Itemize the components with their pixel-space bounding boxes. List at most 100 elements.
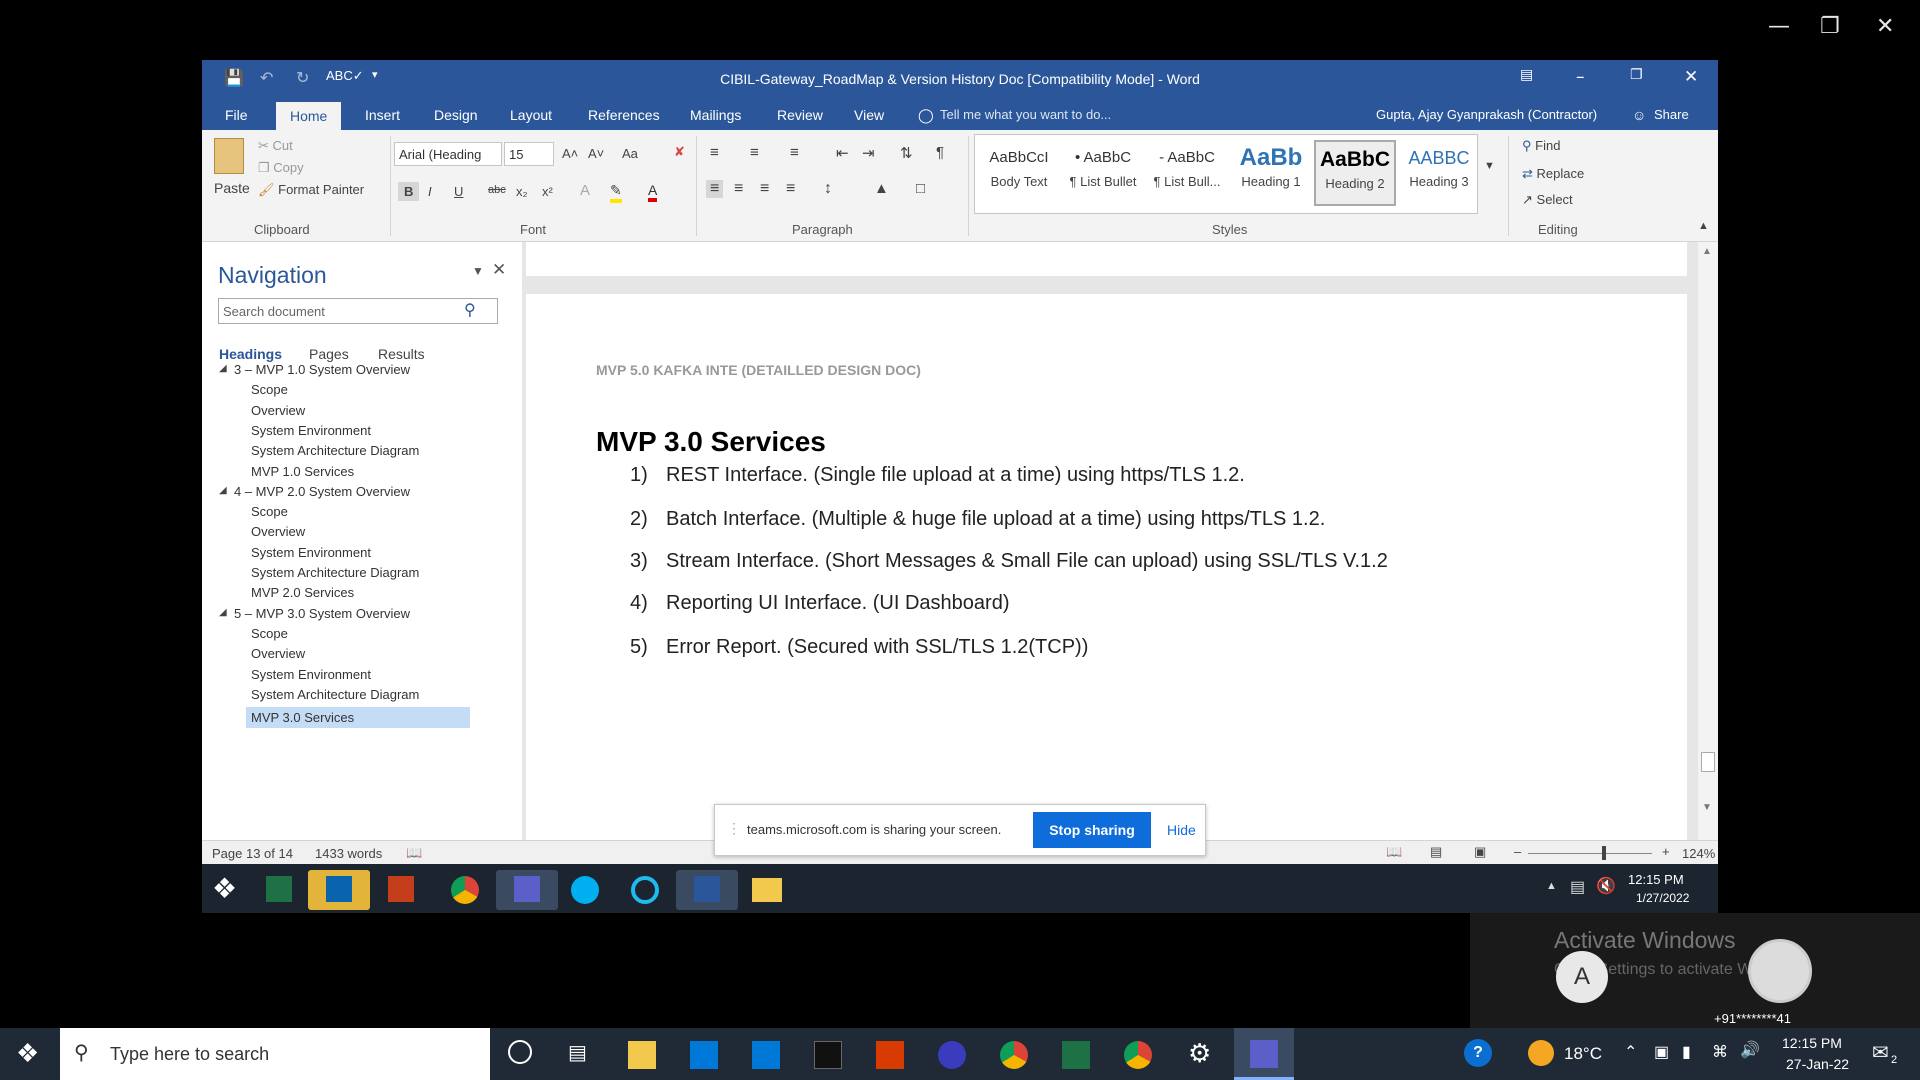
close-icon[interactable]: ✕ <box>1876 14 1894 39</box>
terminal-icon[interactable] <box>814 1041 842 1069</box>
heading-level-2-item[interactable]: Scope <box>251 504 288 519</box>
taskbar-search[interactable]: ⚲ Type here to search <box>60 1028 490 1080</box>
chrome-profile-icon[interactable] <box>1124 1041 1152 1069</box>
tab-view[interactable]: View <box>854 107 884 123</box>
chrome-icon[interactable] <box>1000 1041 1028 1069</box>
ribbon-display-icon[interactable]: ▤ <box>1520 67 1533 83</box>
excel-icon[interactable] <box>248 870 310 910</box>
copy-button[interactable]: ❐ Copy <box>258 160 304 176</box>
tray-chevron-icon[interactable]: ▲ <box>1546 880 1557 892</box>
superscript-icon[interactable]: x² <box>542 184 553 199</box>
replace-button[interactable]: ⇄ Replace <box>1522 166 1584 182</box>
battery-icon[interactable]: ▮ <box>1682 1042 1691 1062</box>
heading-level-2-item[interactable]: System Environment <box>251 545 371 560</box>
chrome-icon[interactable] <box>434 870 496 910</box>
proofing-icon[interactable]: 📖 <box>406 845 422 861</box>
vertical-scrollbar[interactable]: ▲ ▼ <box>1698 242 1718 866</box>
windows-start-icon[interactable]: ❖ <box>16 1038 39 1069</box>
styles-more-icon[interactable]: ▼ <box>1484 160 1495 172</box>
collapse-triangle-icon[interactable]: ◢ <box>219 485 227 496</box>
text-effects-icon[interactable]: A <box>580 182 590 199</box>
italic-button[interactable]: I <box>428 184 432 199</box>
share-button[interactable]: Share <box>1654 107 1689 122</box>
heading-level-1-item[interactable]: 4 – MVP 2.0 System Overview <box>234 484 410 499</box>
bold-button[interactable]: B <box>398 182 420 201</box>
multilevel-list-icon[interactable]: ≡ <box>790 144 799 161</box>
word-count[interactable]: 1433 words <box>315 846 382 861</box>
temperature[interactable]: 18°C <box>1564 1044 1602 1064</box>
powerpoint-icon[interactable] <box>370 870 432 910</box>
taskbar-search-input[interactable]: Type here to search <box>110 1044 269 1065</box>
collapse-triangle-icon[interactable]: ◢ <box>219 607 227 618</box>
heading-level-2-item[interactable]: System Architecture Diagram <box>251 443 419 458</box>
volume-muted-icon[interactable]: 🔇 <box>1596 876 1616 896</box>
file-explorer-icon[interactable] <box>736 870 798 910</box>
heading-level-2-item[interactable]: System Architecture Diagram <box>251 565 419 580</box>
task-view-icon[interactable]: ▤ <box>568 1040 587 1065</box>
heading-level-2-item[interactable]: MVP 1.0 Services <box>251 464 354 479</box>
zoom-slider[interactable] <box>1528 853 1652 854</box>
tab-results[interactable]: Results <box>378 346 425 362</box>
change-case-button[interactable]: Aa <box>622 146 638 161</box>
clear-formatting-icon[interactable]: ✘ <box>674 144 685 160</box>
heading-level-2-item[interactable]: MVP 2.0 Services <box>251 585 354 600</box>
minimize-icon[interactable]: — <box>1768 14 1790 39</box>
style-heading-3[interactable]: AABBC Heading 3 <box>1398 140 1480 206</box>
style-list-bullet[interactable]: • AaBbC ¶ List Bullet <box>1062 140 1144 206</box>
zoom-out-icon[interactable]: – <box>1514 844 1521 859</box>
teams-icon[interactable] <box>496 870 558 910</box>
style-body-text[interactable]: AaBbCcI Body Text <box>978 140 1060 206</box>
strikethrough-icon[interactable]: abc <box>488 184 506 196</box>
zoom-slider-thumb[interactable] <box>1602 846 1607 860</box>
style-heading-1[interactable]: AaBb Heading 1 <box>1230 140 1312 206</box>
tab-headings[interactable]: Headings <box>219 346 282 362</box>
page-count[interactable]: Page 13 of 14 <box>212 846 293 861</box>
tab-pages[interactable]: Pages <box>309 346 349 362</box>
tab-file[interactable]: File <box>225 107 248 123</box>
clock-time[interactable]: 12:15 PM <box>1782 1035 1842 1051</box>
align-right-icon[interactable]: ≡ <box>760 180 769 198</box>
skype-icon[interactable] <box>554 870 616 910</box>
stop-sharing-button[interactable]: Stop sharing <box>1033 812 1151 848</box>
volume-icon[interactable]: 🔊 <box>1740 1040 1760 1060</box>
scroll-thumb[interactable] <box>1701 752 1715 772</box>
nav-close-icon[interactable]: ✕ <box>492 260 506 280</box>
collapse-ribbon-icon[interactable]: ▲ <box>1698 220 1709 232</box>
tab-insert[interactable]: Insert <box>365 107 400 123</box>
sort-icon[interactable]: ⇅ <box>900 144 913 162</box>
zoom-in-icon[interactable]: + <box>1662 844 1670 859</box>
paste-button[interactable]: Paste <box>214 180 250 196</box>
subscript-icon[interactable]: x₂ <box>516 184 528 199</box>
tab-design[interactable]: Design <box>434 107 478 123</box>
select-button[interactable]: ↗ Select <box>1522 192 1573 208</box>
excel-icon[interactable] <box>1062 1041 1090 1069</box>
vpn-icon[interactable] <box>938 1041 966 1069</box>
decrease-indent-icon[interactable]: ⇤ <box>836 144 849 162</box>
shading-icon[interactable]: ▲ <box>874 180 889 197</box>
search-icon[interactable]: ⚲ <box>464 300 476 320</box>
cortana-icon[interactable] <box>508 1040 532 1064</box>
outlook-icon[interactable] <box>308 870 370 910</box>
font-size-dropdown[interactable]: 15 <box>504 142 554 166</box>
notifications-icon[interactable]: ✉ <box>1872 1040 1889 1065</box>
increase-indent-icon[interactable]: ⇥ <box>862 144 875 162</box>
tab-layout[interactable]: Layout <box>510 107 552 123</box>
line-spacing-icon[interactable]: ↕ <box>824 180 832 198</box>
internet-explorer-icon[interactable] <box>614 870 676 910</box>
heading-level-2-item[interactable]: System Environment <box>251 667 371 682</box>
heading-level-2-item[interactable]: Scope <box>251 626 288 641</box>
format-painter-button[interactable]: 🖌 Format Painter <box>258 182 364 198</box>
inner-clock-time[interactable]: 12:15 PM <box>1628 872 1684 887</box>
close-icon[interactable]: ✕ <box>1684 67 1698 87</box>
windows-start-icon[interactable]: ❖ <box>212 872 237 905</box>
heading-level-1-item[interactable]: 3 – MVP 1.0 System Overview <box>234 362 410 377</box>
justify-icon[interactable]: ≡ <box>786 180 795 198</box>
participant-icon[interactable] <box>1748 939 1812 1003</box>
highlight-icon[interactable]: ✎ <box>610 182 622 203</box>
heading-level-2-item[interactable]: System Environment <box>251 423 371 438</box>
style-heading-2[interactable]: AaBbC Heading 2 <box>1314 140 1396 206</box>
align-center-icon[interactable]: ≡ <box>734 180 743 198</box>
cut-button[interactable]: ✂ Cut <box>258 138 293 154</box>
file-explorer-icon[interactable] <box>628 1041 656 1069</box>
font-name-dropdown[interactable]: Arial (Heading <box>394 142 502 166</box>
